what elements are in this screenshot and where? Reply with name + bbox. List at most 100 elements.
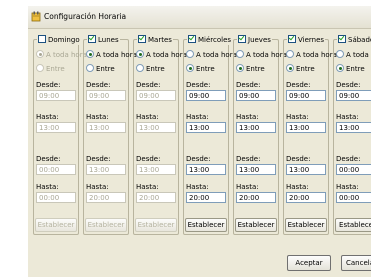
radio-label: Entre — [196, 65, 215, 73]
radio-between[interactable]: Entre — [186, 64, 215, 74]
hasta-field-2[interactable]: 20:00 — [286, 192, 326, 203]
radio-icon[interactable] — [136, 50, 144, 58]
hasta-field-1[interactable]: 13:00 — [86, 122, 126, 133]
checkbox-icon[interactable] — [188, 35, 196, 43]
radio-icon[interactable] — [36, 50, 44, 58]
set-button[interactable]: Establecer — [285, 218, 327, 232]
radio-icon[interactable] — [336, 50, 344, 58]
radio-all-hours[interactable]: A toda hora — [36, 50, 87, 60]
checkbox-icon[interactable] — [38, 35, 46, 43]
desde-field-1[interactable]: 09:00 — [236, 90, 276, 101]
radio-between[interactable]: Entre — [236, 64, 265, 74]
day-name: Lunes — [98, 36, 119, 44]
day-checkbox[interactable]: Domingo — [37, 35, 81, 45]
hasta-label: Hasta: — [236, 183, 259, 191]
radio-icon[interactable] — [36, 64, 44, 72]
radio-label: A toda hora — [46, 51, 87, 59]
set-button[interactable]: Establece — [335, 218, 371, 232]
desde-field-2[interactable]: 13:00 — [186, 164, 226, 175]
hasta-field-2[interactable]: 20:00 — [236, 192, 276, 203]
radio-between[interactable]: Entre — [86, 64, 115, 74]
hasta-field-2[interactable]: 20:00 — [86, 192, 126, 203]
day-checkbox[interactable]: Sábado — [337, 35, 371, 45]
day-name: Martes — [148, 36, 172, 44]
radio-icon[interactable] — [236, 64, 244, 72]
hasta-label: Hasta: — [336, 183, 359, 191]
cancel-button[interactable]: Cancela — [341, 255, 371, 271]
radio-icon[interactable] — [286, 50, 294, 58]
window-title: Configuración Horaria — [44, 12, 127, 21]
radio-icon[interactable] — [86, 50, 94, 58]
desde-field-1[interactable]: 09:00 — [86, 90, 126, 101]
set-button[interactable]: Establecer — [85, 218, 127, 232]
hasta-label: Hasta: — [286, 183, 309, 191]
radio-icon[interactable] — [186, 64, 194, 72]
desde-field-2[interactable]: 13:00 — [136, 164, 176, 175]
day-checkbox[interactable]: Lunes — [87, 35, 120, 45]
desde-field-1[interactable]: 09:00 — [336, 90, 371, 101]
set-button[interactable]: Establecer — [135, 218, 177, 232]
radio-label: Entre — [246, 65, 265, 73]
checkbox-icon[interactable] — [88, 35, 96, 43]
radio-between[interactable]: Entre — [336, 64, 365, 74]
radio-between[interactable]: Entre — [36, 64, 65, 74]
day-checkbox[interactable]: Jueves — [237, 35, 272, 45]
radio-icon[interactable] — [86, 64, 94, 72]
hasta-label: Hasta: — [86, 113, 109, 121]
radio-label: A toda hora — [246, 51, 287, 59]
hasta-field-2[interactable]: 20:00 — [186, 192, 226, 203]
desde-label: Desde: — [286, 81, 311, 89]
set-button[interactable]: Establecer — [35, 218, 77, 232]
hasta-field-1[interactable]: 13:00 — [186, 122, 226, 133]
desde-label: Desde: — [136, 155, 161, 163]
hasta-field-1[interactable]: 13:00 — [286, 122, 326, 133]
set-button[interactable]: Establecer — [185, 218, 227, 232]
hasta-label: Hasta: — [86, 183, 109, 191]
hasta-field-1[interactable]: 13:00 — [336, 122, 371, 133]
checkbox-icon[interactable] — [288, 35, 296, 43]
radio-all-hours[interactable]: A toda hora — [136, 50, 187, 60]
schedule-config-window: Configuración Horaria Domingo A toda hor… — [28, 6, 371, 277]
checkbox-icon[interactable] — [238, 35, 246, 43]
hasta-field-1[interactable]: 13:00 — [136, 122, 176, 133]
desde-field-1[interactable]: 09:00 — [36, 90, 76, 101]
checkbox-icon[interactable] — [138, 35, 146, 43]
desde-field-2[interactable]: 00:00 — [36, 164, 76, 175]
day-name: Jueves — [248, 36, 271, 44]
desde-field-1[interactable]: 09:00 — [286, 90, 326, 101]
radio-icon[interactable] — [236, 50, 244, 58]
hasta-field-2[interactable]: 00:00 — [36, 192, 76, 203]
desde-label: Desde: — [336, 155, 361, 163]
radio-between[interactable]: Entre — [286, 64, 315, 74]
radio-all-hours[interactable]: A toda hora — [186, 50, 237, 60]
radio-all-hours[interactable]: A toda hora — [286, 50, 337, 60]
hasta-field-2[interactable]: 20:00 — [136, 192, 176, 203]
day-checkbox[interactable]: Viernes — [287, 35, 326, 45]
radio-between[interactable]: Entre — [136, 64, 165, 74]
checkbox-icon[interactable] — [338, 35, 346, 43]
desde-field-2[interactable]: 00:00 — [336, 164, 371, 175]
desde-label: Desde: — [186, 81, 211, 89]
desde-field-2[interactable]: 13:00 — [236, 164, 276, 175]
radio-all-hours[interactable]: A toda ho — [336, 50, 371, 60]
radio-all-hours[interactable]: A toda hora — [86, 50, 137, 60]
desde-field-2[interactable]: 13:00 — [286, 164, 326, 175]
hasta-field-2[interactable]: 00:00 — [336, 192, 371, 203]
desde-field-1[interactable]: 09:00 — [186, 90, 226, 101]
day-checkbox[interactable]: Martes — [137, 35, 173, 45]
hasta-field-1[interactable]: 13:00 — [36, 122, 76, 133]
radio-label: A toda hora — [296, 51, 337, 59]
hasta-field-1[interactable]: 13:00 — [236, 122, 276, 133]
radio-icon[interactable] — [136, 64, 144, 72]
radio-icon[interactable] — [336, 64, 344, 72]
desde-field-2[interactable]: 13:00 — [86, 164, 126, 175]
radio-label: A toda ho — [346, 51, 371, 59]
day-checkbox[interactable]: Miércoles — [187, 35, 233, 45]
radio-all-hours[interactable]: A toda hora — [236, 50, 287, 60]
accept-button[interactable]: Aceptar — [287, 255, 331, 271]
desde-field-1[interactable]: 09:00 — [136, 90, 176, 101]
radio-label: A toda hora — [146, 51, 187, 59]
radio-icon[interactable] — [286, 64, 294, 72]
set-button[interactable]: Establecer — [235, 218, 277, 232]
radio-icon[interactable] — [186, 50, 194, 58]
